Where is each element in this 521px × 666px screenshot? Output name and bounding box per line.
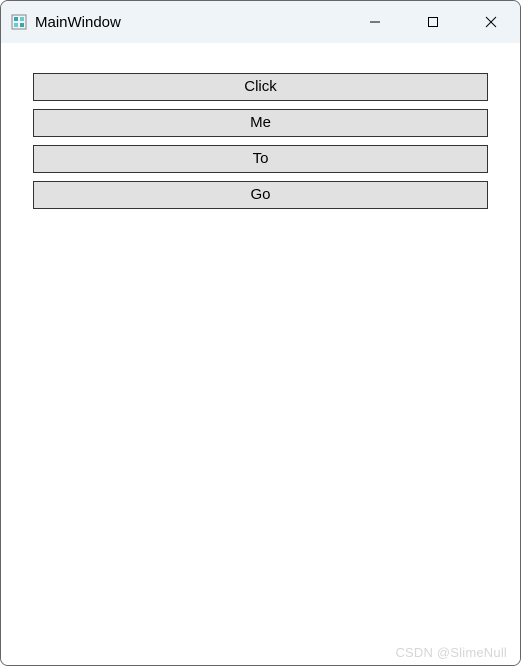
client-area: Click Me To Go [1, 43, 520, 665]
minimize-button[interactable] [346, 1, 404, 43]
titlebar: MainWindow [1, 1, 520, 43]
button-click[interactable]: Click [33, 73, 488, 101]
button-me[interactable]: Me [33, 109, 488, 137]
button-go[interactable]: Go [33, 181, 488, 209]
main-window: MainWindow Click Me To Go [0, 0, 521, 666]
app-icon [11, 14, 27, 30]
close-button[interactable] [462, 1, 520, 43]
button-to[interactable]: To [33, 145, 488, 173]
window-controls [346, 1, 520, 43]
watermark: CSDN @SlimeNull [395, 645, 507, 660]
maximize-button[interactable] [404, 1, 462, 43]
window-title: MainWindow [35, 14, 346, 31]
